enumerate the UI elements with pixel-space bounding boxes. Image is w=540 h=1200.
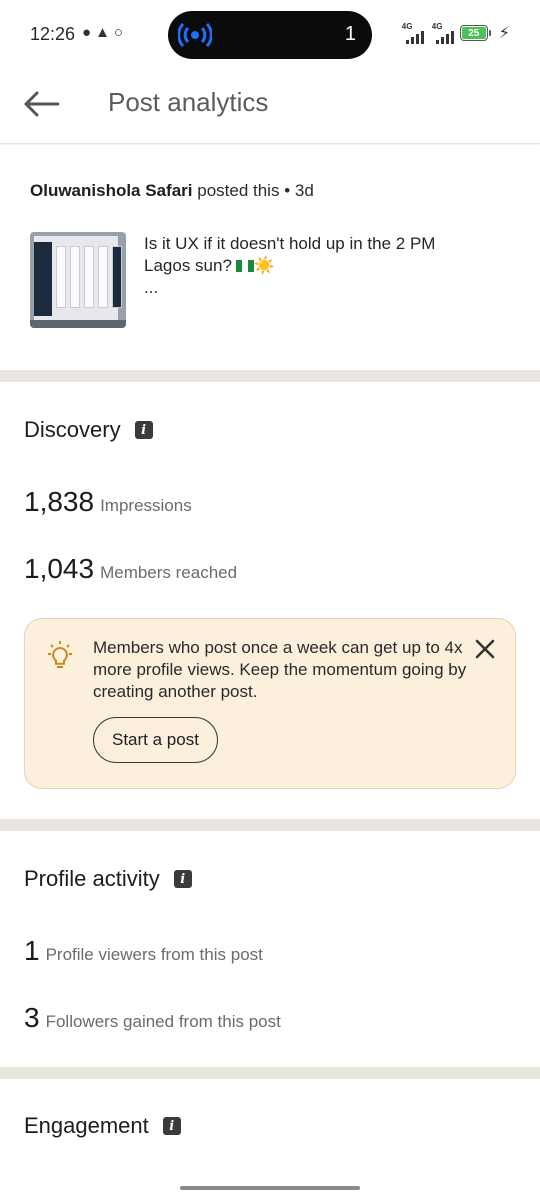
lightbulb-icon <box>48 641 72 668</box>
nigeria-flag-icon <box>235 260 254 272</box>
section-divider <box>0 1067 540 1079</box>
post-card[interactable]: Oluwanishola Safari posted this • 3d Is … <box>0 145 540 370</box>
post-text-line-2: Lagos sun? ☀️ <box>144 256 276 275</box>
engagement-section: Engagement i <box>0 1079 540 1200</box>
charging-icon: ⚡︎ <box>498 25 510 42</box>
followers-gained-metric[interactable]: 3 Followers gained from this post <box>24 1002 281 1034</box>
impressions-value: 1,838 <box>24 486 95 517</box>
info-icon[interactable]: i <box>162 1117 181 1135</box>
followers-gained-value: 3 <box>24 1002 40 1033</box>
discovery-heading: Discovery i <box>24 417 153 443</box>
network-signal-icon-2: 4G <box>430 22 454 44</box>
engagement-heading: Engagement i <box>24 1113 181 1139</box>
status-right: 4G 4G 25 ⚡︎ <box>400 22 510 44</box>
post-time: • 3d <box>284 181 314 200</box>
profile-viewers-metric[interactable]: 1 Profile viewers from this post <box>24 935 263 967</box>
followers-gained-label: Followers gained from this post <box>45 1012 281 1031</box>
post-ellipsis: ... <box>144 278 159 297</box>
profile-viewers-value: 1 <box>24 935 40 966</box>
section-divider <box>0 370 540 382</box>
notification-icons: ● ▲ ○ <box>82 24 123 41</box>
sun-emoji: ☀️ <box>253 256 276 275</box>
profile-viewers-label: Profile viewers from this post <box>45 945 263 964</box>
impressions-label: Impressions <box>100 496 192 515</box>
post-text[interactable]: Is it UX if it doesn't hold up in the 2 … <box>144 233 514 299</box>
dynamic-island[interactable]: 1 <box>168 11 372 59</box>
tip-card: Members who post once a week can get up … <box>24 618 516 789</box>
chat-bubble-icon: ● <box>82 24 92 41</box>
members-reached-value: 1,043 <box>24 553 95 584</box>
status-bar: 12:26 ● ▲ ○ 1 4G 4G 25 ⚡︎ <box>0 0 540 70</box>
info-icon[interactable]: i <box>173 870 192 888</box>
status-time: 12:26 <box>30 24 76 44</box>
post-text-line-1: Is it UX if it doesn't hold up in the 2 … <box>144 234 436 253</box>
impressions-metric: 1,838 Impressions <box>24 486 192 518</box>
home-indicator[interactable] <box>180 1186 360 1190</box>
profile-activity-heading: Profile activity i <box>24 866 192 892</box>
tip-text: Members who post once a week can get up … <box>93 638 467 701</box>
discovery-title: Discovery <box>24 417 121 442</box>
broadcast-signal-icon <box>178 22 212 48</box>
post-meta: Oluwanishola Safari posted this • 3d <box>30 181 314 201</box>
whatsapp-icon: ○ <box>113 24 123 41</box>
engagement-title: Engagement <box>24 1113 149 1138</box>
island-count: 1 <box>344 23 356 45</box>
battery-level: 25 <box>461 27 486 39</box>
page-title: Post analytics <box>108 87 269 117</box>
post-author[interactable]: Oluwanishola Safari <box>30 181 193 200</box>
battery-icon: 25 <box>459 25 491 41</box>
discovery-section: Discovery i 1,838 Impressions 1,043 Memb… <box>0 382 540 819</box>
close-icon[interactable] <box>473 637 497 661</box>
profile-activity-title: Profile activity <box>24 866 160 891</box>
start-a-post-button[interactable]: Start a post <box>93 717 218 763</box>
network-signal-icon: 4G <box>400 22 424 44</box>
post-thumbnail[interactable] <box>30 232 126 328</box>
profile-activity-section: Profile activity i 1 Profile viewers fro… <box>0 831 540 1067</box>
members-reached-label: Members reached <box>100 563 238 582</box>
info-icon[interactable]: i <box>134 421 153 439</box>
snapchat-icon: ▲ <box>95 24 110 41</box>
post-action: posted this <box>197 181 280 200</box>
back-arrow-icon[interactable] <box>22 84 62 124</box>
section-divider <box>0 819 540 831</box>
app-header: Post analytics <box>0 70 540 144</box>
members-reached-metric: 1,043 Members reached <box>24 553 237 585</box>
